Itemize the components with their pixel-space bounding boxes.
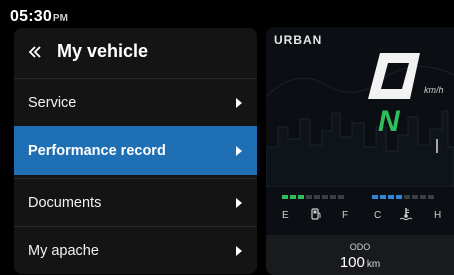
fuel-full-label: F [342, 210, 349, 221]
fuel-segment [282, 195, 288, 199]
speed-unit: km/h [424, 85, 444, 95]
menu-item-documents[interactable]: Documents [14, 178, 257, 226]
temp-hot-label: H [434, 210, 442, 221]
chevron-right-icon [236, 197, 242, 208]
city-skyline-background [266, 66, 454, 187]
fuel-segment [298, 195, 304, 199]
temp-segment [380, 195, 386, 199]
gear-indicator: N [378, 105, 400, 138]
fuel-segment [330, 195, 336, 199]
temp-segment [396, 195, 402, 199]
temp-segment [428, 195, 434, 199]
chevron-right-icon [236, 245, 242, 256]
odometer-value-row: 100 km [266, 254, 454, 271]
temp-cold-label: C [374, 210, 382, 221]
status-bar: 05:30PM [10, 8, 68, 26]
fuel-segment [290, 195, 296, 199]
menu-item-label: Documents [28, 194, 102, 211]
odometer: ODO 100 km [266, 235, 454, 275]
temp-segment [372, 195, 378, 199]
temp-segment [388, 195, 394, 199]
chevron-right-icon [236, 146, 242, 156]
vehicle-screen: 05:30PM My vehicle Service Performance r… [0, 0, 454, 275]
chevron-right-icon [236, 97, 242, 108]
fuel-empty-label: E [282, 210, 289, 221]
fuel-segment [322, 195, 328, 199]
ride-mode: URBAN [274, 33, 323, 47]
odometer-title: ODO [349, 242, 371, 252]
menu-panel: My vehicle Service Performance record Do… [14, 28, 257, 274]
menu-header: My vehicle [14, 28, 257, 76]
temp-segment [404, 195, 410, 199]
fuel-pump-icon [311, 208, 321, 220]
fuel-segment [306, 195, 312, 199]
speed-digit [368, 53, 420, 99]
menu-item-label: Performance record [28, 143, 166, 159]
menu-item-label: My apache [28, 242, 99, 259]
temp-segment [412, 195, 418, 199]
temp-segment [420, 195, 426, 199]
menu-item-label: Service [28, 94, 77, 111]
clock-ampm: PM [52, 13, 68, 24]
clock-time: 05:30 [10, 8, 52, 25]
fuel-temp-gauges [282, 195, 434, 199]
instrument-cluster: URBAN km/h N E F C H ODO 100 km [266, 27, 454, 275]
odometer-value: 100 [339, 254, 365, 271]
coolant-temperature-icon [399, 208, 413, 220]
page-title: My vehicle [57, 41, 149, 61]
menu-item-my-apache[interactable]: My apache [14, 226, 257, 274]
odometer-unit: km [366, 259, 381, 270]
menu-item-performance-record[interactable]: Performance record [14, 126, 257, 175]
fuel-segment [338, 195, 344, 199]
fuel-segment [314, 195, 320, 199]
menu-item-service[interactable]: Service [14, 78, 257, 126]
double-chevron-left-icon[interactable] [28, 45, 42, 59]
